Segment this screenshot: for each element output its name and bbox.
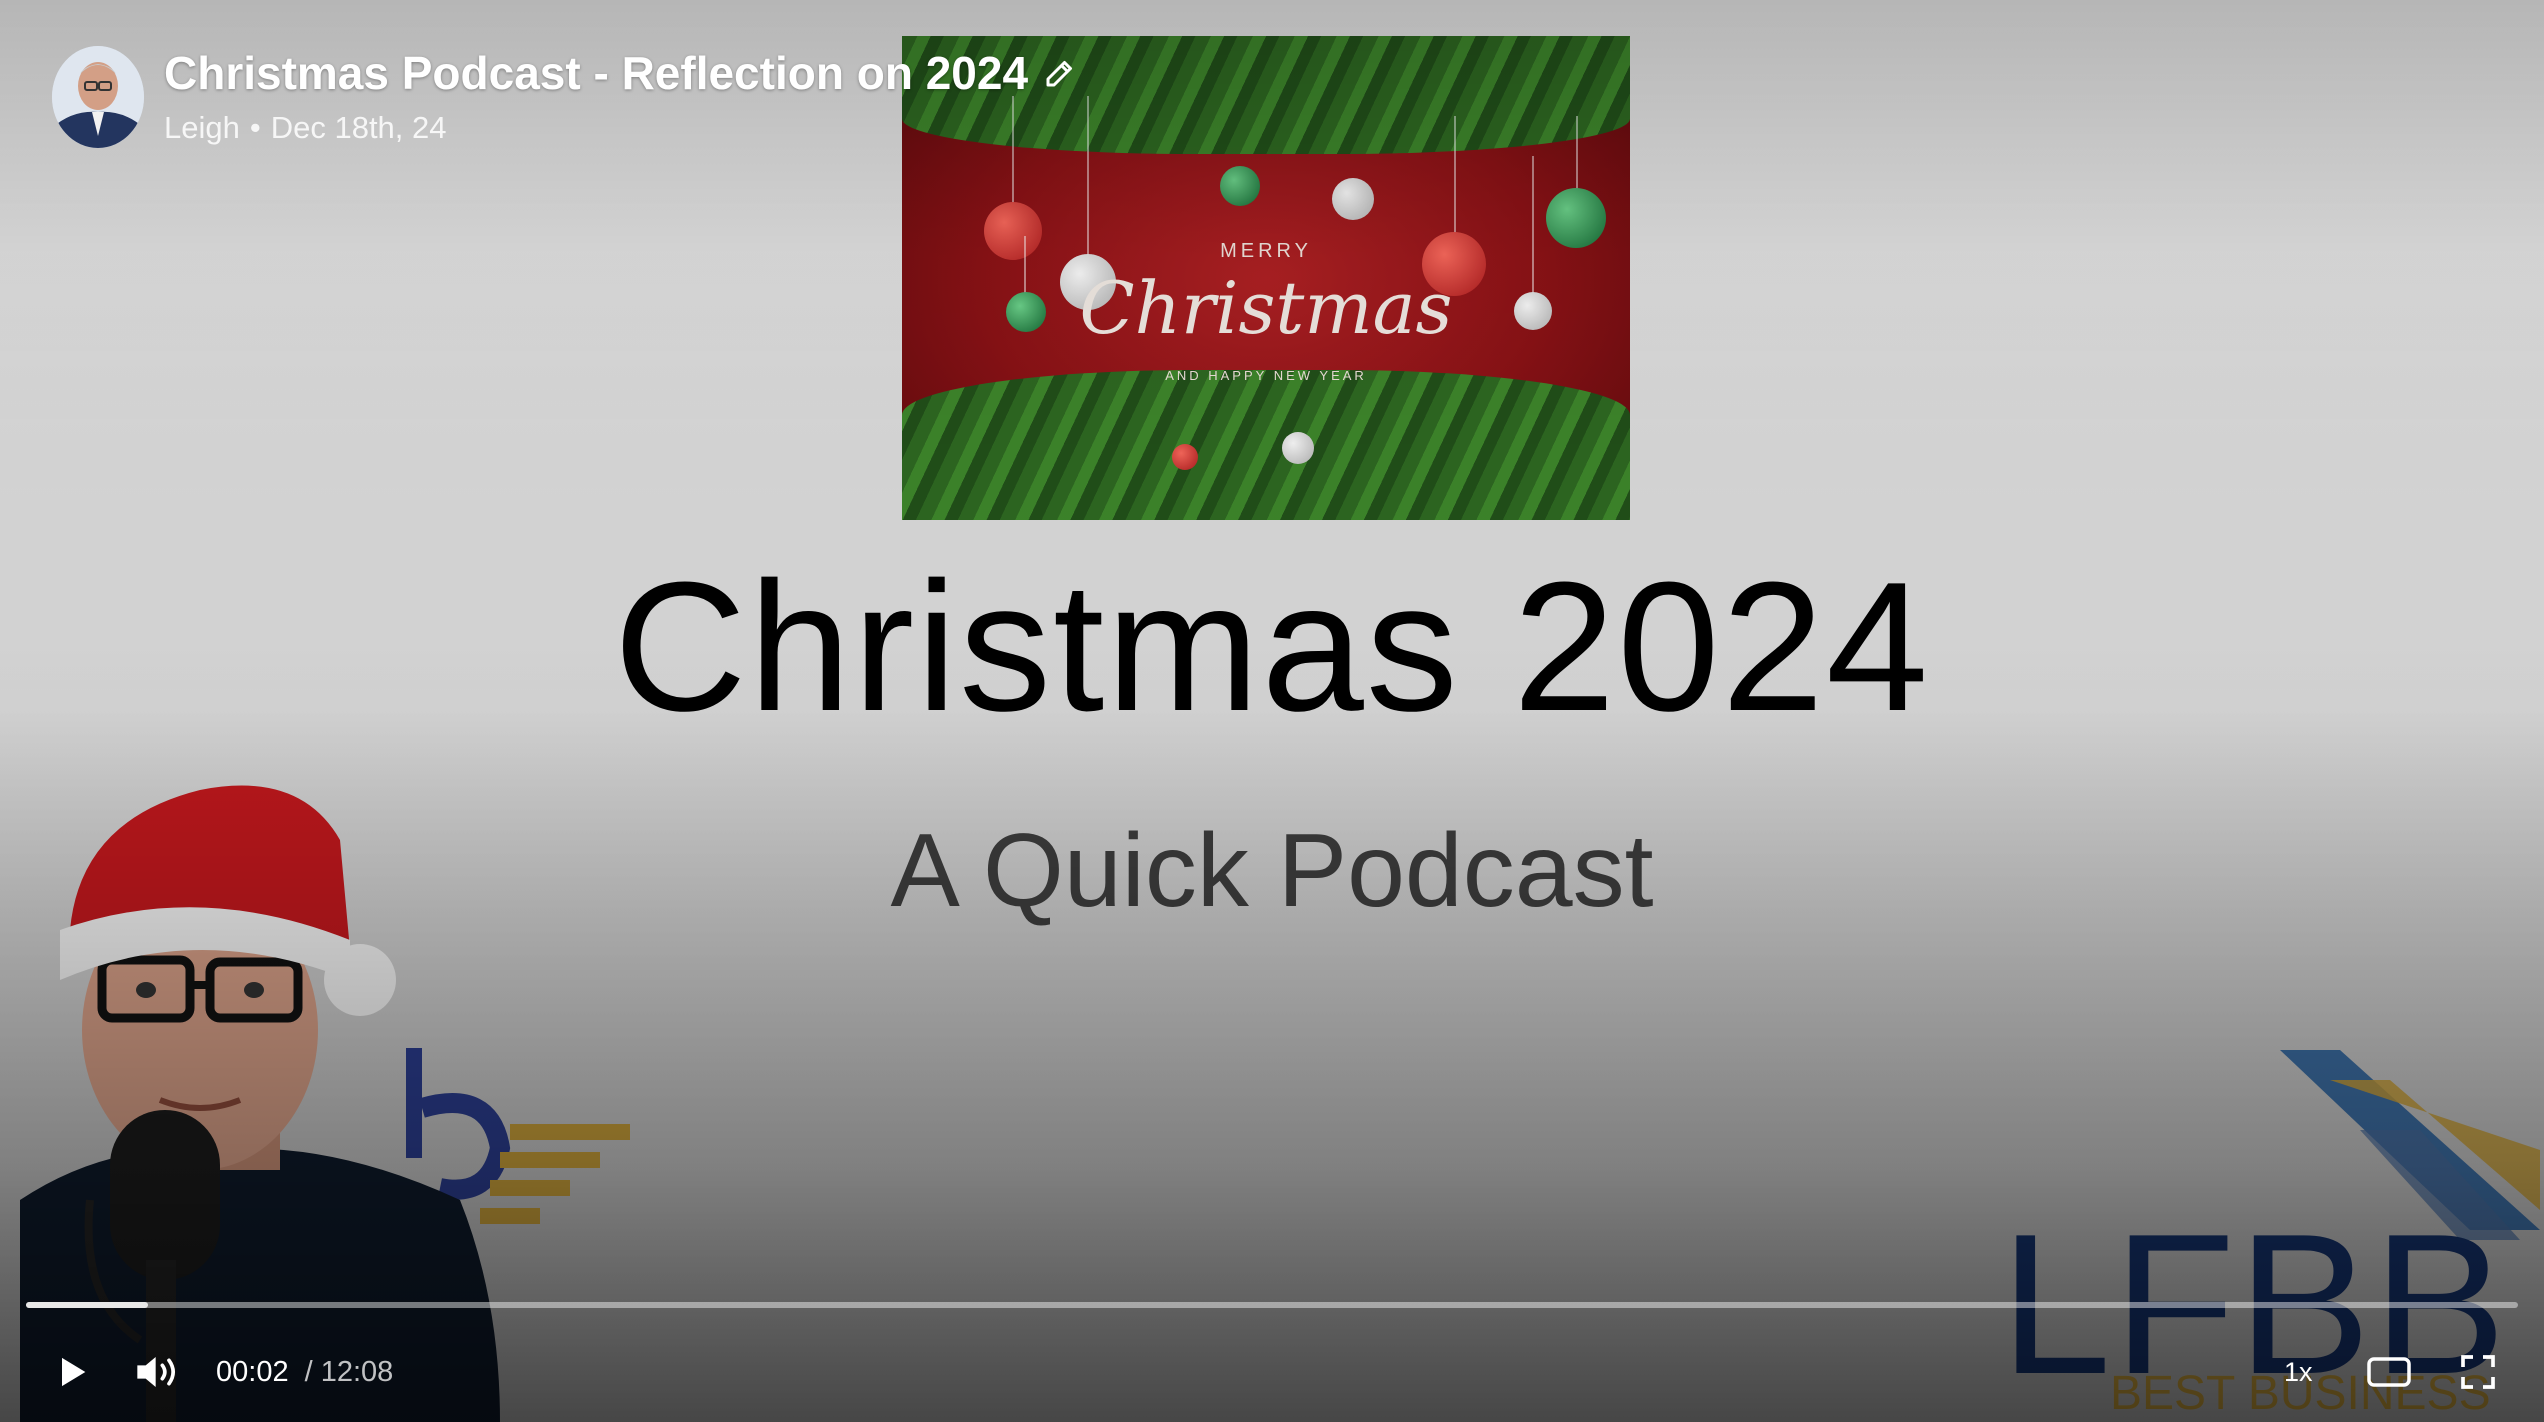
current-time: 00:02 [216,1355,289,1388]
author-avatar[interactable] [52,46,144,148]
time-display: 00:02 / 12:08 [216,1340,393,1404]
video-header: Christmas Podcast - Reflection on 2024 L… [52,46,1078,148]
pencil-icon[interactable] [1042,55,1078,91]
card-christmas-text: Christmas [1079,266,1453,350]
publish-date: Dec 18th, 24 [270,110,447,145]
volume-icon [137,1357,175,1387]
volume-button[interactable] [134,1340,184,1404]
theater-mode-icon [2367,1357,2411,1387]
duration: / 12:08 [304,1355,394,1388]
card-merry-text: MERRY [1220,240,1312,262]
author-name[interactable]: Leigh [164,110,240,145]
fullscreen-icon [2461,1355,2495,1389]
silver-ornament [1282,432,1314,464]
video-player[interactable]: MERRY Christmas AND HAPPY NEW YEAR Chris… [0,0,2544,1422]
green-ornament [1220,166,1260,206]
speed-button[interactable]: 1x [2284,1340,2313,1404]
video-title: Christmas Podcast - Reflection on 2024 [164,47,1029,99]
card-newyear-text: AND HAPPY NEW YEAR [1165,368,1367,383]
progress-fill [26,1302,149,1308]
silver-ornament [1332,178,1374,220]
red-ornament [1172,444,1198,470]
theater-mode-button[interactable] [2366,1340,2412,1404]
header-text: Christmas Podcast - Reflection on 2024 L… [164,46,1078,146]
player-controls: 00:02 / 12:08 1x [0,1340,2544,1404]
video-meta: Leigh • Dec 18th, 24 [164,110,1078,146]
play-icon [62,1357,86,1387]
presenter-webcam [20,785,500,1422]
green-ornament [1546,188,1606,248]
play-button[interactable] [52,1340,92,1404]
meta-separator: • [249,110,261,145]
slide-title: Christmas 2024 [613,543,1931,749]
garland-bottom [902,370,1630,520]
fullscreen-button[interactable] [2458,1340,2498,1404]
title-row: Christmas Podcast - Reflection on 2024 [164,46,1078,100]
progress-bar[interactable] [26,1302,2518,1308]
speed-label: 1x [2284,1356,2313,1387]
